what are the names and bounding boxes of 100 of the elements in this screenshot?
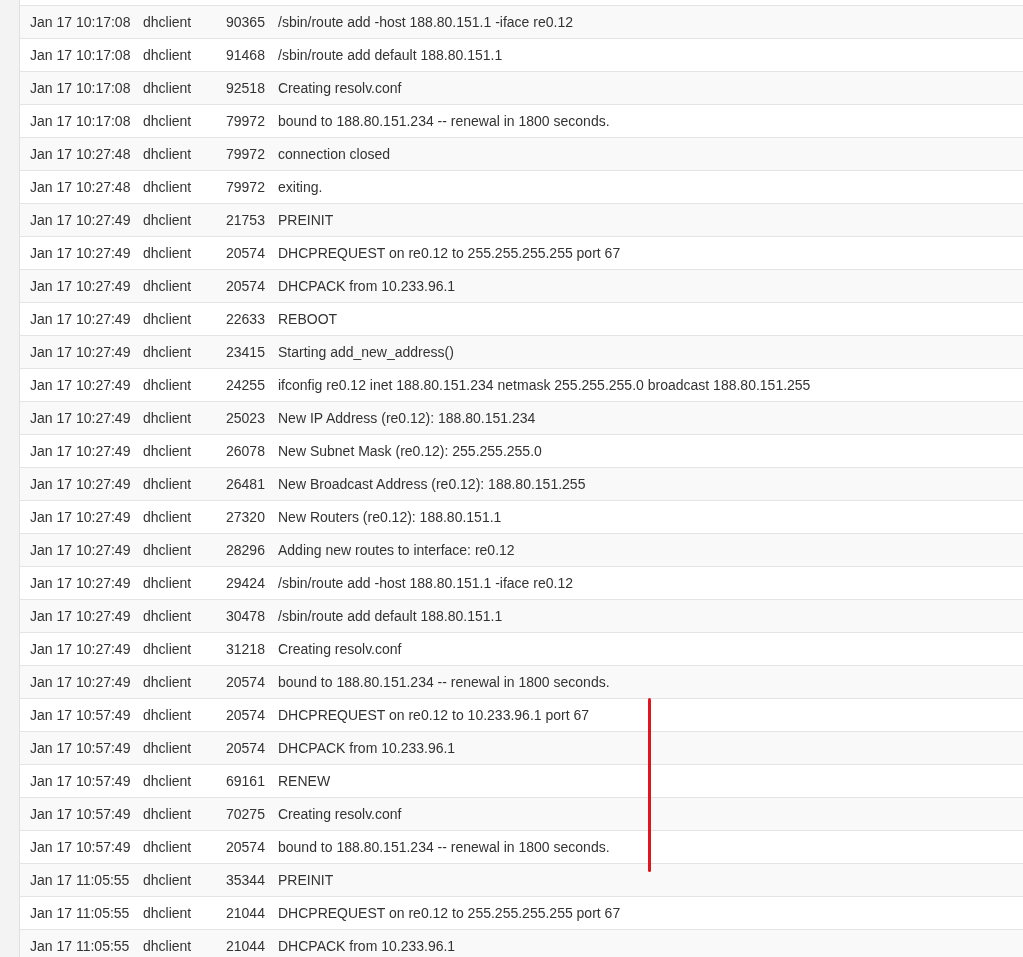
- timestamp-cell-text: Jan 17 10:27:49: [29, 342, 132, 362]
- process-cell-text: dhclient: [143, 474, 193, 494]
- message-cell-text: DHCPACK from 10.233.96.1: [278, 276, 456, 296]
- pid-cell-text: 27320: [226, 507, 266, 527]
- timestamp-cell-text: Jan 17 10:17:08: [29, 12, 132, 32]
- timestamp-cell-text: Jan 17 10:57:49: [29, 705, 132, 725]
- process-cell-text: dhclient: [143, 903, 193, 923]
- pid-cell-text: 90365: [226, 12, 266, 32]
- timestamp-cell-text: Jan 17 10:27:48: [29, 144, 132, 164]
- pid-cell-text: 91468: [226, 45, 266, 65]
- timestamp-cell-text: Jan 17 10:57:49: [29, 804, 132, 824]
- timestamp-cell-text: Jan 17 10:27:49: [29, 375, 132, 395]
- pid-cell-text: 26481: [226, 474, 266, 494]
- message-cell-text: PREINIT: [278, 870, 334, 890]
- process-cell-text: dhclient: [143, 870, 193, 890]
- process-cell-text: dhclient: [143, 177, 193, 197]
- pid-cell-text: 20574: [226, 672, 266, 692]
- message-cell-text: DHCPACK from 10.233.96.1: [278, 936, 456, 956]
- pid-cell-text: 21044: [226, 903, 266, 923]
- pid-cell-text: 70275: [226, 804, 266, 824]
- message-cell-text: DHCPREQUEST on re0.12 to 10.233.96.1 port 67: [278, 705, 590, 725]
- pid-cell-text: 21753: [226, 210, 266, 230]
- timestamp-cell-text: Jan 17 11:05:55: [29, 903, 131, 923]
- message-cell-text: New Subnet Mask (re0.12): 255.255.255.0: [278, 441, 542, 461]
- pid-cell-text: 79972: [226, 177, 266, 197]
- pid-cell-text: 22633: [226, 309, 266, 329]
- pid-cell-text: 28296: [226, 540, 266, 560]
- message-cell-text: Adding new routes to interface: re0.12: [278, 540, 515, 560]
- pid-cell-text: 69161: [226, 771, 266, 791]
- process-cell-text: dhclient: [143, 309, 193, 329]
- process-cell-text: dhclient: [143, 606, 193, 626]
- process-cell-text: dhclient: [143, 210, 193, 230]
- message-cell-text: Creating resolv.conf: [278, 78, 402, 98]
- message-cell-text: /sbin/route add default 188.80.151.1: [278, 45, 503, 65]
- timestamp-cell-text: Jan 17 10:57:49: [29, 771, 132, 791]
- process-cell-text: dhclient: [143, 507, 193, 527]
- process-cell-text: dhclient: [143, 45, 193, 65]
- process-cell-text: dhclient: [143, 804, 193, 824]
- message-cell-text: bound to 188.80.151.234 -- renewal in 1800 seconds.: [278, 672, 610, 692]
- timestamp-cell-text: Jan 17 10:27:49: [29, 309, 132, 329]
- timestamp-cell-text: Jan 17 10:57:49: [29, 837, 132, 857]
- process-cell-text: dhclient: [143, 771, 193, 791]
- timestamp-cell-text: Jan 17 10:27:49: [29, 672, 132, 692]
- timestamp-cell-text: Jan 17 10:27:49: [29, 243, 132, 263]
- message-cell-text: Starting add_new_address(): [278, 342, 454, 362]
- message-cell-text: New Routers (re0.12): 188.80.151.1: [278, 507, 502, 527]
- pid-cell-text: 26078: [226, 441, 266, 461]
- message-cell-text: connection closed: [278, 144, 391, 164]
- timestamp-cell-text: Jan 17 10:27:49: [29, 507, 132, 527]
- process-cell-text: dhclient: [143, 738, 193, 758]
- process-cell-text: dhclient: [143, 837, 193, 857]
- process-cell-text: dhclient: [143, 375, 193, 395]
- timestamp-cell-text: Jan 17 10:27:49: [29, 276, 132, 296]
- timestamp-cell-text: Jan 17 10:17:08: [29, 78, 132, 98]
- pid-cell-text: 21044: [226, 936, 266, 956]
- timestamp-cell-text: Jan 17 10:27:49: [29, 573, 132, 593]
- process-cell-text: dhclient: [143, 78, 193, 98]
- pid-cell-text: 24255: [226, 375, 266, 395]
- pid-cell-text: 20574: [226, 705, 266, 725]
- pid-cell-text: 20574: [226, 243, 266, 263]
- message-cell-text: New IP Address (re0.12): 188.80.151.234: [278, 408, 536, 428]
- pid-cell-text: 31218: [226, 639, 266, 659]
- pid-cell-text: 35344: [226, 870, 266, 890]
- message-cell-text: REBOOT: [278, 309, 338, 329]
- pid-cell-text: 20574: [226, 837, 266, 857]
- pid-cell-text: 25023: [226, 408, 266, 428]
- message-cell-text: DHCPACK from 10.233.96.1: [278, 738, 456, 758]
- message-cell-text: Creating resolv.conf: [278, 804, 402, 824]
- message-cell-text: /sbin/route add -host 188.80.151.1 -iface re0.12: [278, 12, 573, 32]
- process-cell-text: dhclient: [143, 705, 193, 725]
- message-cell-text: New Broadcast Address (re0.12): 188.80.151.255: [278, 474, 586, 494]
- message-cell-text: ifconfig re0.12 inet 188.80.151.234 netmask 255.255.255.0 broadcast 188.80.151.255: [278, 375, 811, 395]
- process-cell-text: dhclient: [143, 243, 193, 263]
- process-cell-text: dhclient: [143, 639, 193, 659]
- message-cell-text: /sbin/route add -host 188.80.151.1 -iface re0.12: [278, 573, 573, 593]
- process-cell-text: dhclient: [143, 408, 193, 428]
- process-cell-text: dhclient: [143, 441, 193, 461]
- pid-cell-text: 30478: [226, 606, 266, 626]
- message-cell-text: /sbin/route add default 188.80.151.1: [278, 606, 503, 626]
- process-cell-text: dhclient: [143, 573, 193, 593]
- timestamp-cell-text: Jan 17 10:17:08: [29, 111, 132, 131]
- message-cell-text: bound to 188.80.151.234 -- renewal in 1800 seconds.: [278, 111, 610, 131]
- process-cell-text: dhclient: [143, 672, 193, 692]
- timestamp-cell-text: Jan 17 10:27:49: [29, 540, 132, 560]
- pid-cell-text: 20574: [226, 276, 266, 296]
- timestamp-cell-text: Jan 17 10:17:08: [29, 45, 132, 65]
- message-cell-text: bound to 188.80.151.234 -- renewal in 1800 seconds.: [278, 837, 610, 857]
- timestamp-cell-text: Jan 17 10:27:48: [29, 177, 132, 197]
- process-cell-text: dhclient: [143, 276, 193, 296]
- pid-cell-text: 79972: [226, 144, 266, 164]
- timestamp-cell-text: Jan 17 10:27:49: [29, 441, 132, 461]
- message-cell-text: exiting.: [278, 177, 323, 197]
- message-cell-text: Creating resolv.conf: [278, 639, 402, 659]
- message-cell-text: DHCPREQUEST on re0.12 to 255.255.255.255 port 67: [278, 243, 621, 263]
- timestamp-cell-text: Jan 17 10:27:49: [29, 408, 132, 428]
- pid-cell-text: 92518: [226, 78, 266, 98]
- pid-cell-text: 20574: [226, 738, 266, 758]
- process-cell-text: dhclient: [143, 111, 193, 131]
- process-cell-text: dhclient: [143, 12, 193, 32]
- message-cell-text: PREINIT: [278, 210, 334, 230]
